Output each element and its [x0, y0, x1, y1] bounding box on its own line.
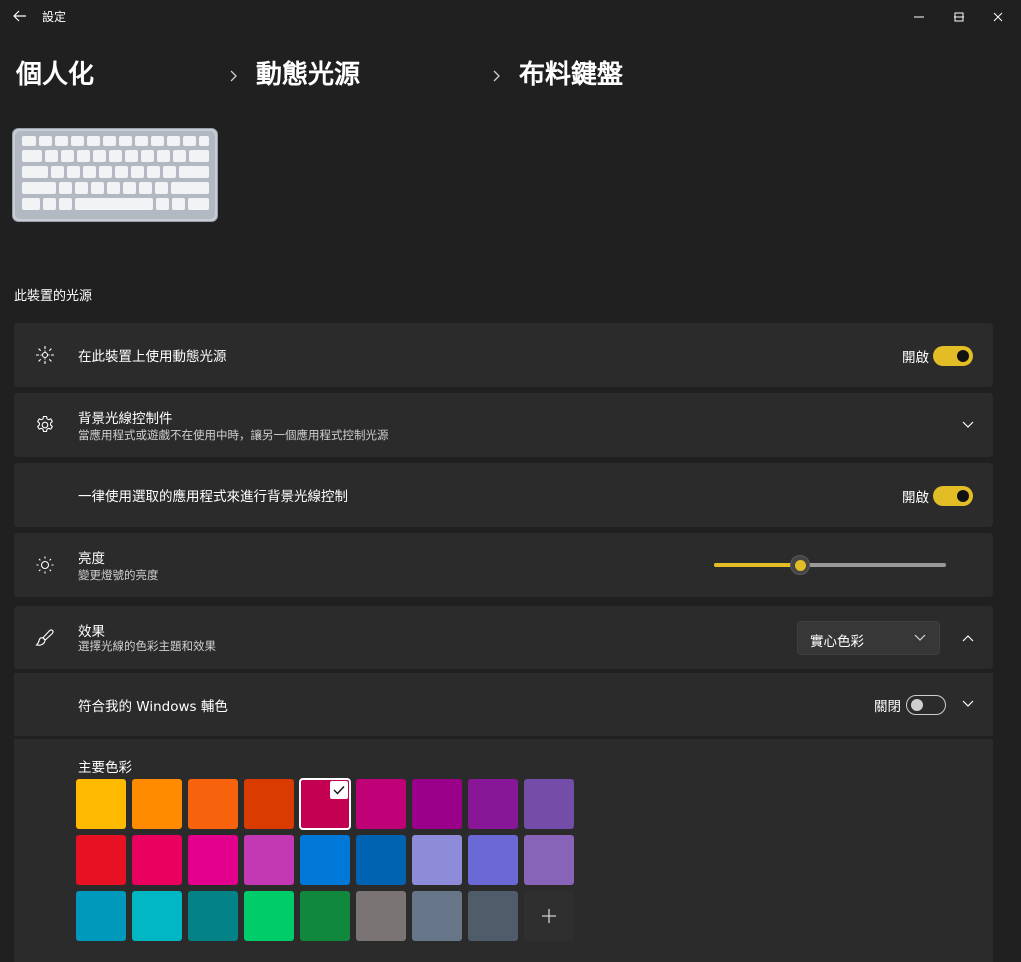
- breadcrumb-item-dynamic-lighting[interactable]: 動態光源: [256, 56, 360, 94]
- close-button[interactable]: [978, 0, 1018, 32]
- setting-title: 一律使用選取的應用程式來進行背景光線控制: [78, 489, 348, 505]
- setting-use-dynamic-lighting: 在此裝置上使用動態光源 開啟: [14, 323, 993, 387]
- slider-thumb[interactable]: [790, 555, 810, 575]
- dropdown-value: 實心色彩: [810, 634, 864, 650]
- setting-always-use-selected-app: 一律使用選取的應用程式來進行背景光線控制 開啟: [14, 463, 993, 527]
- color-swatch[interactable]: [132, 835, 182, 885]
- color-swatch[interactable]: [412, 835, 462, 885]
- setting-subtitle: 選擇光線的色彩主題和效果: [78, 639, 216, 653]
- gear-icon: [34, 414, 56, 436]
- color-swatch[interactable]: [468, 891, 518, 941]
- section-title: 此裝置的光源: [14, 289, 93, 304]
- maximize-icon: [954, 7, 964, 26]
- breadcrumb-item-personalization[interactable]: 個人化: [16, 56, 94, 94]
- dynamic-lighting-toggle[interactable]: [933, 346, 973, 366]
- chevron-down-icon[interactable]: [960, 696, 976, 712]
- color-swatch[interactable]: [76, 891, 126, 941]
- setting-main-color: 主要色彩: [14, 739, 993, 962]
- setting-subtitle: 變更燈號的亮度: [78, 568, 159, 582]
- always-use-app-toggle[interactable]: [933, 486, 973, 506]
- add-custom-color-button[interactable]: [524, 891, 574, 941]
- toggle-state-label: 開啟: [902, 350, 929, 366]
- color-swatch[interactable]: [300, 891, 350, 941]
- toggle-state-label: 關閉: [874, 699, 901, 715]
- setting-title: 背景光線控制件: [78, 411, 173, 427]
- brush-icon: [34, 627, 56, 649]
- color-swatch[interactable]: [356, 779, 406, 829]
- color-swatch[interactable]: [188, 779, 238, 829]
- brightness-slider[interactable]: [714, 555, 946, 575]
- color-swatch[interactable]: [468, 835, 518, 885]
- maximize-button[interactable]: [939, 0, 979, 32]
- chevron-down-icon[interactable]: [960, 417, 976, 433]
- color-swatch[interactable]: [299, 778, 351, 830]
- chevron-right-icon: [226, 66, 240, 86]
- chevron-up-icon[interactable]: [960, 630, 976, 646]
- toggle-state-label: 開啟: [902, 490, 929, 506]
- color-swatch[interactable]: [244, 779, 294, 829]
- color-swatch[interactable]: [468, 779, 518, 829]
- toggle-knob: [911, 699, 923, 711]
- back-arrow-icon: [13, 7, 27, 26]
- back-button[interactable]: [10, 6, 30, 26]
- setting-brightness: 亮度 變更燈號的亮度: [14, 533, 993, 597]
- color-swatch[interactable]: [244, 835, 294, 885]
- color-swatch[interactable]: [188, 835, 238, 885]
- breadcrumb: 個人化 動態光源 布料鍵盤: [0, 56, 1021, 96]
- app-title: 設定: [42, 10, 67, 24]
- chevron-down-icon: [913, 631, 927, 645]
- color-swatch[interactable]: [300, 835, 350, 885]
- keyboard-illustration: [12, 128, 218, 222]
- plus-icon: [542, 904, 556, 929]
- color-swatch[interactable]: [412, 779, 462, 829]
- setting-title: 效果: [78, 624, 105, 640]
- minimize-button-area[interactable]: [899, 0, 939, 32]
- chevron-right-icon: [489, 66, 503, 86]
- color-swatch[interactable]: [76, 779, 126, 829]
- breadcrumb-item-current-device: 布料鍵盤: [519, 60, 624, 90]
- setting-effects: 效果 選擇光線的色彩主題和效果 實心色彩: [14, 606, 993, 669]
- setting-title: 符合我的 Windows 輔色: [78, 699, 228, 715]
- setting-title: 主要色彩: [78, 760, 132, 776]
- color-swatch[interactable]: [524, 835, 574, 885]
- setting-subtitle: 當應用程式或遊戲不在使用中時，讓另一個應用程式控制光源: [78, 428, 389, 442]
- setting-match-windows-accent: 符合我的 Windows 輔色 關閉: [14, 673, 993, 736]
- color-swatch[interactable]: [412, 891, 462, 941]
- toggle-knob: [957, 350, 969, 362]
- checkmark-icon: [330, 781, 348, 799]
- setting-title: 在此裝置上使用動態光源: [78, 349, 227, 365]
- color-swatch[interactable]: [132, 779, 182, 829]
- setting-title: 亮度: [78, 551, 105, 567]
- color-swatch[interactable]: [524, 779, 574, 829]
- minimize-icon: [914, 7, 924, 26]
- color-swatch[interactable]: [356, 891, 406, 941]
- toggle-knob: [957, 490, 969, 502]
- effects-dropdown[interactable]: 實心色彩: [797, 621, 940, 655]
- color-swatch[interactable]: [356, 835, 406, 885]
- brightness-sun-icon: [34, 554, 56, 576]
- title-bar: 設定: [0, 0, 1021, 32]
- color-swatch[interactable]: [132, 891, 182, 941]
- dynamic-lighting-icon: [34, 344, 56, 366]
- close-icon: [993, 7, 1003, 26]
- match-accent-toggle[interactable]: [906, 695, 946, 715]
- color-swatch[interactable]: [244, 891, 294, 941]
- slider-fill: [714, 563, 800, 567]
- color-swatch[interactable]: [76, 835, 126, 885]
- setting-background-light-control[interactable]: 背景光線控制件 當應用程式或遊戲不在使用中時，讓另一個應用程式控制光源: [14, 393, 993, 457]
- color-swatch[interactable]: [188, 891, 238, 941]
